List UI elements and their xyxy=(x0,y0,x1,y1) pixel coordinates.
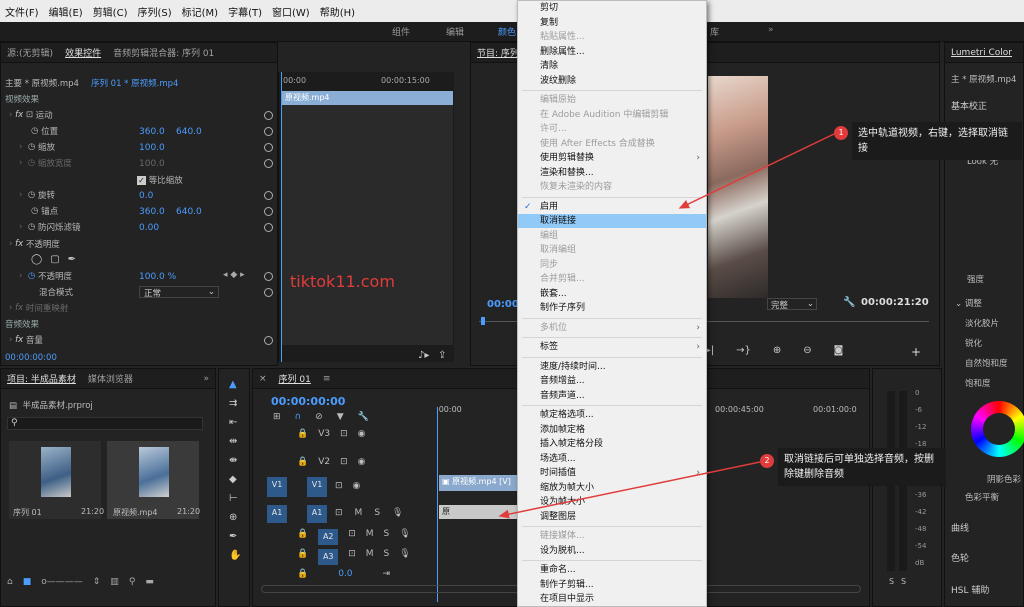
annotation-arrows xyxy=(498,133,835,519)
premiere-window: 文件(F) 编辑(E) 剪辑(C) 序列(S) 标记(M) 字幕(T) 窗口(W… xyxy=(0,0,1024,607)
annotation-2-arrow xyxy=(498,461,761,519)
annotation-1-arrow xyxy=(678,133,835,209)
